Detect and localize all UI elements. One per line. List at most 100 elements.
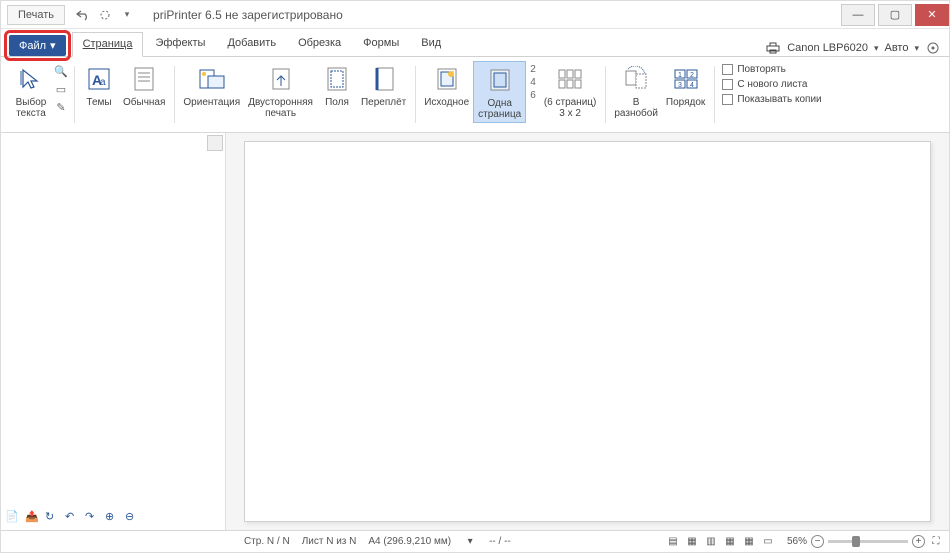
newsheet-checkbox[interactable]: С нового листа [719,78,824,91]
preview-canvas[interactable] [226,133,949,530]
themes-button[interactable]: Aa Темы [79,61,119,110]
tab-page[interactable]: Страница [72,32,144,57]
export-page-icon[interactable]: 📤 [25,510,41,526]
print-button[interactable]: Печать [7,5,65,25]
duplex-icon [265,63,297,95]
add-page-icon[interactable]: 📄 [5,510,21,526]
view-book-icon[interactable]: ▭ [761,535,775,549]
duplex-button[interactable]: Двусторонняя печать [244,61,317,121]
random-label: В разнобой [614,97,658,119]
margins-label: Поля [325,97,349,108]
zoom-control: 56% − + ⛶ [787,535,943,549]
tab-add[interactable]: Добавить [217,32,286,56]
svg-text:4: 4 [690,82,694,89]
qat-dropdown-icon[interactable]: ▾ [119,7,135,23]
margins-icon [321,63,353,95]
tab-label: Эффекты [155,37,205,49]
printer-dropdown-icon[interactable]: ▾ [874,43,879,54]
svg-text:2: 2 [690,72,694,79]
tab-forms[interactable]: Формы [353,32,409,56]
margins-button[interactable]: Поля [317,61,357,121]
zoom-value: 56% [787,536,807,547]
orientation-icon [196,63,228,95]
chevron-down-icon: ▾ [50,39,56,52]
themes-label: Темы [86,97,111,108]
select-text-button[interactable]: Выбор текста [11,61,51,121]
pages-6-button[interactable]: 6 [528,89,538,102]
checkbox-icon [722,94,733,105]
showcopies-checkbox[interactable]: Показывать копии [719,93,824,106]
view-continuous-icon[interactable]: ▦ [685,535,699,549]
binding-label: Переплёт [361,97,406,108]
ribbon-group-options: Повторять С нового листа Показывать копи… [715,61,828,128]
six-pages-button[interactable]: (6 страниц) 3 x 2 [540,61,601,121]
duplex-label: Двусторонняя печать [248,97,313,119]
binding-button[interactable]: Переплёт [357,61,410,121]
tab-effects[interactable]: Эффекты [145,32,215,56]
mode-dropdown-icon[interactable]: ▾ [914,43,919,54]
view-grid-icon[interactable]: ▦ [723,535,737,549]
ribbon-group-layout: Ориентация Двусторонняя печать Поля Пере… [175,61,414,128]
zoom-out-button[interactable]: − [811,535,824,548]
tab-label: Добавить [227,37,276,49]
ribbon-group-order: В разнобой 1234 Порядок [606,61,713,128]
ribbon-group-themes: Aa Темы Обычная [75,61,173,128]
zoom-thumb[interactable] [852,536,860,547]
rect-select-icon[interactable]: ▭ [53,81,69,97]
zoom-slider[interactable] [828,540,908,543]
ribbon-tabs: Страница Эффекты Добавить Обрезка Формы … [72,32,452,56]
refresh-icon[interactable]: ↻ [45,510,61,526]
printer-name[interactable]: Canon LBP6020 [787,42,868,54]
printer-mode[interactable]: Авто [884,42,908,54]
tab-view[interactable]: Вид [411,32,451,56]
normal-label: Обычная [123,97,165,108]
one-page-icon [484,64,516,96]
file-tab[interactable]: Файл▾ [9,35,66,56]
ribbon-group-pages: Исходное Одна страница 2 4 6 (6 страниц)… [416,61,604,128]
view-facing-icon[interactable]: ▥ [704,535,718,549]
source-icon [431,63,463,95]
minimize-button[interactable]: — [841,4,875,26]
view-single-icon[interactable]: ▤ [666,535,680,549]
cursor-icon [15,63,47,95]
themes-icon: Aa [83,63,115,95]
rotate-left-icon[interactable]: ↶ [65,510,81,526]
checkbox-icon [722,64,733,75]
order-button[interactable]: 1234 Порядок [662,61,709,121]
view-thumbs-icon[interactable]: ▦ [742,535,756,549]
find-icon[interactable]: 🔍 [53,63,69,79]
tab-label: Страница [83,38,133,50]
zoom-in-button[interactable]: + [912,535,925,548]
random-button[interactable]: В разнобой [610,61,662,121]
maximize-button[interactable]: ▢ [878,4,912,26]
pages-2-button[interactable]: 2 [528,63,538,76]
zoom-out-icon[interactable]: ⊖ [125,510,141,526]
pages-4-button[interactable]: 4 [528,76,538,89]
paper-dropdown-icon[interactable]: ▾ [463,535,477,549]
orientation-button[interactable]: Ориентация [179,61,244,121]
status-paper: A4 (296.9,210 мм) [368,536,451,547]
tab-label: Формы [363,37,399,49]
workspace: 📄 📤 ↻ ↶ ↷ ⊕ ⊖ [1,133,949,530]
showcopies-label: Показывать копии [737,94,821,105]
repeat-checkbox[interactable]: Повторять [719,63,824,76]
file-tab-wrap: Файл▾ [9,35,66,56]
tab-crop[interactable]: Обрезка [288,32,351,56]
fit-page-icon[interactable]: ⛶ [929,535,943,549]
line-tool-icon[interactable]: ✎ [53,99,69,115]
rotate-right-icon[interactable]: ↷ [85,510,101,526]
status-position: -- / -- [489,536,511,547]
normal-button[interactable]: Обычная [119,61,169,110]
undo-icon[interactable] [75,7,91,23]
thumbnail-pane: 📄 📤 ↻ ↶ ↷ ⊕ ⊖ [1,133,226,530]
redo-icon[interactable] [97,7,113,23]
zoom-in-icon[interactable]: ⊕ [105,510,121,526]
gear-icon[interactable] [925,40,941,56]
pane-toggle-icon[interactable] [207,135,223,151]
close-button[interactable]: ✕ [915,4,949,26]
source-button[interactable]: Исходное [420,61,473,110]
svg-text:a: a [100,77,106,88]
view-mode-buttons: ▤ ▦ ▥ ▦ ▦ ▭ [666,535,775,549]
one-page-button[interactable]: Одна страница [473,61,526,123]
six-pages-label: (6 страниц) 3 x 2 [544,97,597,119]
